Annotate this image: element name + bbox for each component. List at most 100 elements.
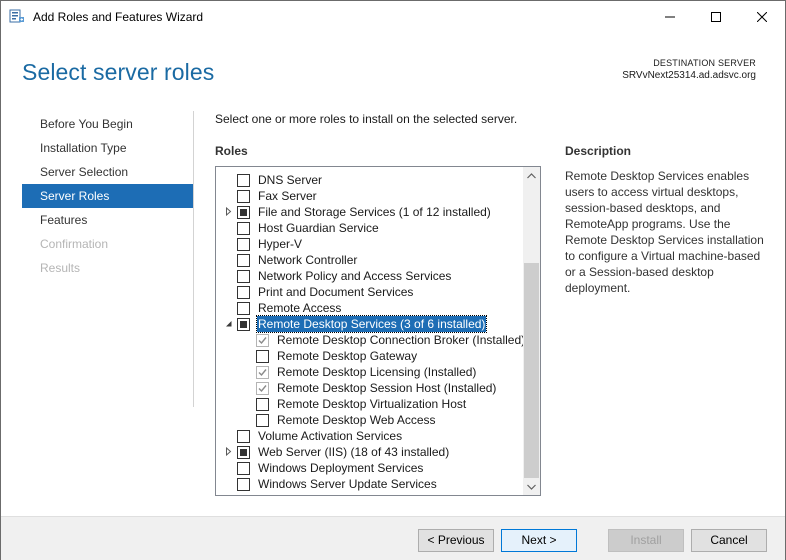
role-checkbox[interactable]	[237, 462, 250, 475]
collapse-triangle-icon[interactable]	[224, 319, 233, 328]
role-row[interactable]: Remote Desktop Gateway	[216, 348, 524, 364]
role-label[interactable]: Remote Desktop Licensing (Installed)	[276, 364, 477, 380]
destination-server-label: DESTINATION SERVER	[653, 58, 756, 68]
role-label[interactable]: Network Controller	[257, 252, 358, 268]
role-checkbox-partial[interactable]	[237, 318, 250, 331]
checkmark-icon	[258, 369, 267, 377]
role-label[interactable]: Remote Desktop Connection Broker (Instal…	[276, 332, 526, 348]
role-row[interactable]: DNS Server	[216, 172, 524, 188]
role-checkbox[interactable]	[237, 430, 250, 443]
role-row[interactable]: Print and Document Services	[216, 284, 524, 300]
wizard-header: Select server roles DESTINATION SERVER S…	[1, 32, 785, 102]
maximize-button[interactable]	[693, 1, 739, 32]
role-label[interactable]: Host Guardian Service	[257, 220, 380, 236]
role-label[interactable]: DNS Server	[257, 172, 323, 188]
window-title: Add Roles and Features Wizard	[33, 10, 204, 24]
roles-tree[interactable]: DNS Server Fax Server File and Storage Ser…	[215, 166, 541, 496]
instruction-text: Select one or more roles to install on t…	[215, 112, 518, 126]
role-row[interactable]: Host Guardian Service	[216, 220, 524, 236]
role-row[interactable]: Remote Desktop Virtualization Host	[216, 396, 524, 412]
role-checkbox-installed	[256, 382, 269, 395]
role-checkbox[interactable]	[237, 270, 250, 283]
role-row[interactable]: Network Policy and Access Services	[216, 268, 524, 284]
description-text: Remote Desktop Services enables users to…	[565, 169, 764, 295]
role-row[interactable]: Remote Desktop Session Host (Installed)	[216, 380, 524, 396]
role-row[interactable]: Remote Desktop Connection Broker (Instal…	[216, 332, 526, 348]
chevron-down-icon	[527, 484, 536, 490]
role-row[interactable]: Remote Desktop Licensing (Installed)	[216, 364, 524, 380]
role-row[interactable]: Remote Desktop Services (3 of 6 installe…	[216, 315, 524, 333]
role-row[interactable]: Volume Activation Services	[216, 428, 524, 444]
role-row[interactable]: Remote Desktop Web Access	[216, 412, 524, 428]
role-checkbox[interactable]	[237, 238, 250, 251]
chevron-up-icon	[527, 172, 536, 178]
role-row[interactable]: File and Storage Services (1 of 12 insta…	[216, 204, 524, 220]
roles-scrollbar[interactable]	[523, 167, 540, 495]
cancel-button[interactable]: Cancel	[691, 529, 767, 552]
role-label[interactable]: Remote Desktop Session Host (Installed)	[276, 380, 497, 396]
checkmark-icon	[258, 385, 267, 393]
role-checkbox[interactable]	[237, 254, 250, 267]
nav-item-installation-type[interactable]: Installation Type	[22, 136, 193, 160]
role-checkbox[interactable]	[237, 478, 250, 491]
checkmark-icon	[258, 337, 267, 345]
role-label[interactable]: Hyper-V	[257, 236, 303, 252]
previous-button[interactable]: < Previous	[418, 529, 494, 552]
expand-triangle-icon[interactable]	[224, 207, 233, 216]
role-label[interactable]: Remote Desktop Services (3 of 6 installe…	[255, 315, 488, 333]
role-label[interactable]: Remote Access	[257, 300, 342, 316]
role-label[interactable]: Remote Desktop Gateway	[276, 348, 418, 364]
role-row[interactable]: Remote Access	[216, 300, 524, 316]
role-checkbox[interactable]	[237, 302, 250, 315]
role-checkbox[interactable]	[237, 222, 250, 235]
role-row[interactable]: Windows Deployment Services	[216, 460, 524, 476]
role-label[interactable]: Fax Server	[257, 188, 318, 204]
role-checkbox[interactable]	[237, 286, 250, 299]
role-label[interactable]: Windows Deployment Services	[257, 460, 424, 476]
close-icon	[757, 11, 767, 22]
role-row[interactable]: Fax Server	[216, 188, 524, 204]
minimize-button[interactable]	[647, 1, 693, 32]
wizard-footer: < Previous Next > Install Cancel	[1, 516, 785, 560]
role-checkbox[interactable]	[256, 398, 269, 411]
nav-divider	[193, 111, 194, 407]
scroll-down-button[interactable]	[523, 478, 540, 495]
role-label[interactable]: Volume Activation Services	[257, 428, 403, 444]
next-button[interactable]: Next >	[501, 529, 577, 552]
maximize-icon	[711, 11, 721, 22]
description-heading: Description	[565, 144, 632, 158]
title-bar: Add Roles and Features Wizard	[1, 1, 785, 32]
nav-item-before-you-begin[interactable]: Before You Begin	[22, 112, 193, 136]
role-label[interactable]: Network Policy and Access Services	[257, 268, 452, 284]
role-checkbox-installed	[256, 366, 269, 379]
expand-triangle-icon[interactable]	[224, 447, 233, 456]
role-checkbox-partial[interactable]	[237, 446, 250, 459]
role-checkbox[interactable]	[237, 190, 250, 203]
nav-item-confirmation: Confirmation	[40, 237, 109, 251]
role-row[interactable]: Windows Server Update Services	[216, 476, 524, 492]
role-checkbox-installed	[256, 334, 269, 347]
role-label[interactable]: Print and Document Services	[257, 284, 414, 300]
role-checkbox-partial[interactable]	[237, 206, 250, 219]
role-row[interactable]: Network Controller	[216, 252, 524, 268]
scroll-thumb[interactable]	[524, 263, 539, 478]
role-checkbox[interactable]	[237, 174, 250, 187]
nav-item-server-roles[interactable]: Server Roles	[22, 184, 193, 208]
nav-item-server-selection[interactable]: Server Selection	[22, 160, 193, 184]
role-row[interactable]: Web Server (IIS) (18 of 43 installed)	[216, 444, 524, 460]
role-label[interactable]: Web Server (IIS) (18 of 43 installed)	[257, 444, 450, 460]
role-label[interactable]: File and Storage Services (1 of 12 insta…	[257, 204, 492, 220]
roles-heading: Roles	[215, 144, 248, 158]
role-label[interactable]: Remote Desktop Virtualization Host	[276, 396, 467, 412]
role-checkbox[interactable]	[256, 350, 269, 363]
install-button[interactable]: Install	[608, 529, 684, 552]
close-button[interactable]	[739, 1, 785, 32]
nav-item-features[interactable]: Features	[22, 208, 193, 232]
scroll-up-button[interactable]	[523, 167, 540, 184]
nav-item-results: Results	[40, 261, 81, 275]
role-label[interactable]: Remote Desktop Web Access	[276, 412, 437, 428]
wizard-window: Add Roles and Features Wizard Select ser…	[0, 0, 786, 560]
role-label[interactable]: Windows Server Update Services	[257, 476, 438, 492]
role-row[interactable]: Hyper-V	[216, 236, 524, 252]
role-checkbox[interactable]	[256, 414, 269, 427]
